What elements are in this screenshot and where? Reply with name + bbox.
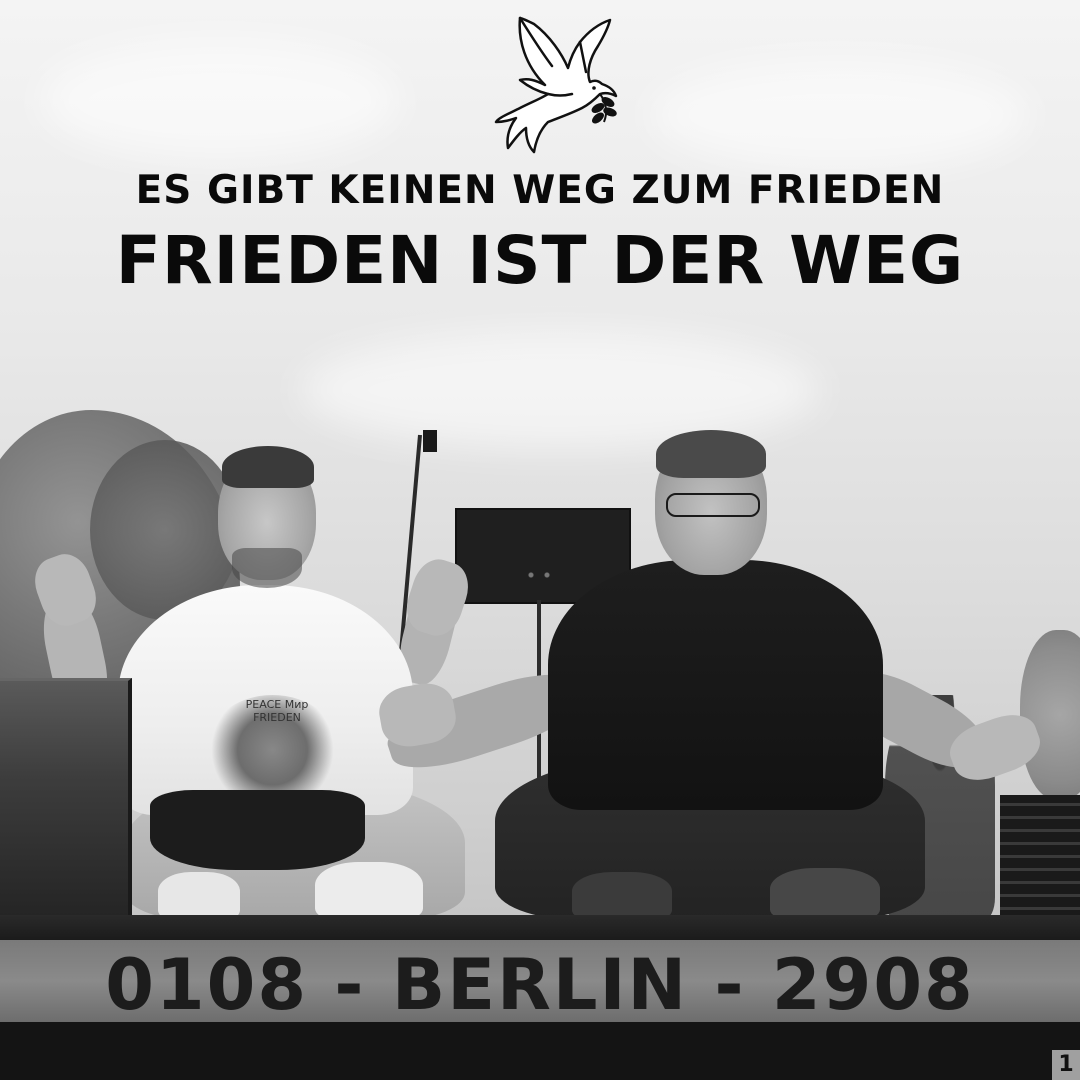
music-stand-screws	[528, 572, 550, 578]
cloud	[300, 330, 820, 450]
left-person-shorts	[150, 790, 365, 870]
photo-poster: ES GIBT KEINEN WEG ZUM FRIEDEN FRIEDEN I…	[0, 0, 1080, 1080]
stage-banner-text: 0108 - BERLIN - 2908	[105, 944, 975, 1026]
stage-number-tag: 1	[1052, 1050, 1080, 1080]
right-person-polo-shirt	[548, 560, 883, 810]
glasses	[666, 493, 760, 517]
microphone	[423, 430, 437, 452]
headline-line-2: FRIEDEN IST DER WEG	[115, 222, 965, 299]
right-person-hair	[656, 430, 766, 478]
shirt-print-text: PEACE Мир FRIEDEN	[245, 698, 309, 724]
cloud	[650, 60, 1030, 170]
stage-base	[0, 1022, 1080, 1080]
headline-line-1: ES GIBT KEINEN WEG ZUM FRIEDEN	[135, 168, 945, 213]
left-person-hair	[222, 446, 314, 488]
stage-surface	[0, 915, 1080, 940]
left-person-shoe	[158, 872, 240, 920]
speaker-left	[0, 678, 132, 921]
right-person-shoe	[770, 868, 880, 920]
right-person-shoe	[572, 872, 672, 920]
dove-icon	[494, 16, 618, 154]
cloud	[40, 40, 400, 160]
speaker-right	[1000, 795, 1080, 920]
left-person-shoe	[315, 862, 423, 920]
left-person-beard	[232, 548, 302, 588]
trees-right	[1020, 630, 1080, 800]
